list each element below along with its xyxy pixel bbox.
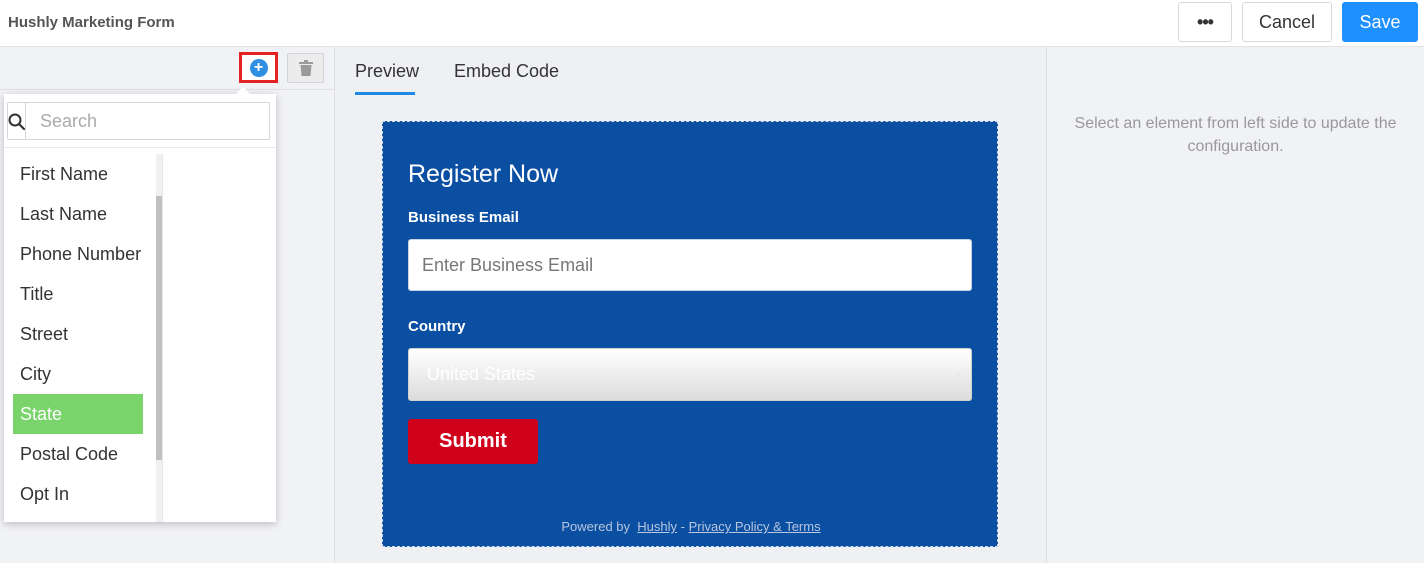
app-title: Hushly Marketing Form [8,14,175,31]
add-element-button[interactable]: + [239,52,278,83]
list-item[interactable]: Postal Code [4,434,156,474]
element-dropdown: First Name Last Name Phone Number Title … [4,87,276,522]
form-title: Register Now [408,160,559,188]
country-select[interactable]: United States ▾ [408,348,972,401]
divider [4,147,276,148]
email-label: Business Email [408,209,519,226]
right-panel: Select an element from left side to upda… [1047,47,1424,563]
privacy-link[interactable]: Privacy Policy & Terms [689,519,821,534]
submit-button[interactable]: Submit [408,419,538,464]
trash-icon [298,60,313,76]
list-item[interactable]: City [4,354,156,394]
dropdown-caret [236,87,250,94]
separator-text: - [680,519,685,534]
list-item[interactable]: Phone Number [4,234,156,274]
delete-button[interactable] [287,53,324,83]
tab-embed-code[interactable]: Embed Code [454,61,559,92]
search-icon [8,103,26,139]
divider [162,154,163,522]
list-item[interactable]: First Name [4,154,156,194]
plus-circle-icon: + [249,58,268,77]
country-label: Country [408,318,466,335]
tab-preview[interactable]: Preview [355,61,419,95]
powered-by-text: Powered by [561,519,631,534]
list-item[interactable]: Last Name [4,194,156,234]
list-item-selected[interactable]: State [13,394,143,434]
left-toolbar: + [0,47,334,90]
config-hint: Select an element from left side to upda… [1074,115,1397,155]
center-panel: Preview Embed Code Register Now Business… [335,47,1047,563]
email-field[interactable] [408,239,972,291]
form-preview[interactable]: Register Now Business Email Country Unit… [382,121,998,547]
field-list: First Name Last Name Phone Number Title … [4,154,156,522]
powered-by-footer: Powered by Hushly - Privacy Policy & Ter… [383,519,999,534]
chevron-down-icon: ▾ [954,367,961,381]
more-options-button[interactable]: ••• [1178,2,1232,42]
list-item[interactable]: Title [4,274,156,314]
left-panel: + First Name Last Name Phone Numb [0,47,335,563]
country-value: United States [427,364,536,384]
cancel-button[interactable]: Cancel [1242,2,1332,42]
list-item[interactable]: Street [4,314,156,354]
hushly-link[interactable]: Hushly [637,519,677,534]
search-input[interactable] [26,103,272,139]
app-header: Hushly Marketing Form ••• Cancel Save [0,0,1424,47]
list-item[interactable]: Opt In [4,474,156,514]
search-box [7,102,272,140]
save-button[interactable]: Save [1342,2,1418,42]
